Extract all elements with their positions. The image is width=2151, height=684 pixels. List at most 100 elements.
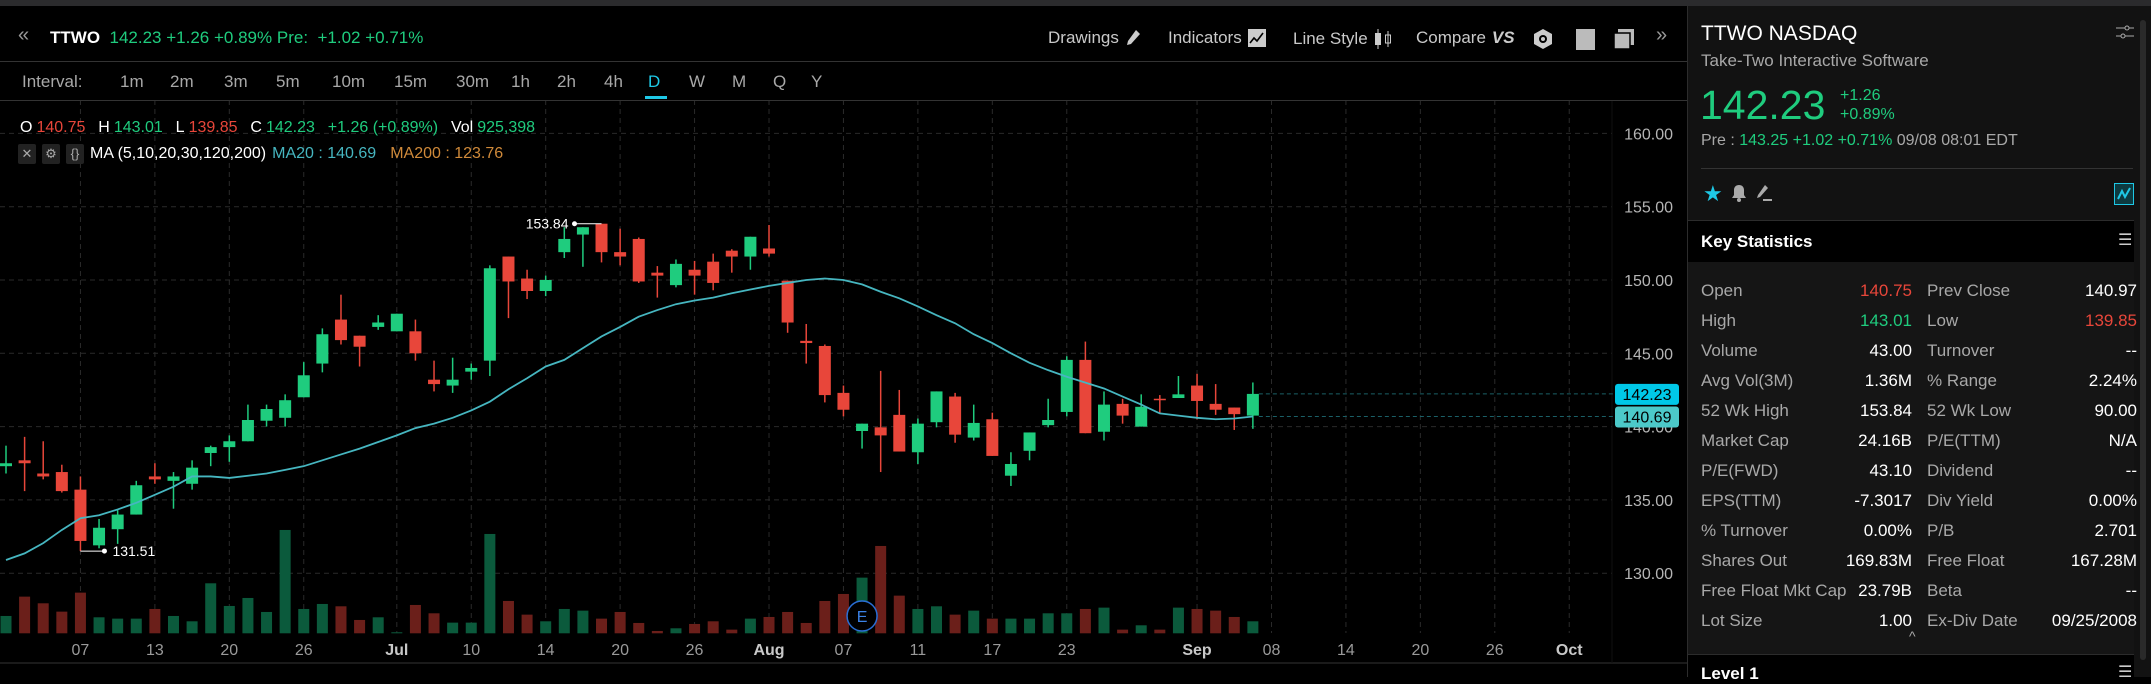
stat-label: % Range [1927, 371, 1997, 390]
high-marker-dot [572, 221, 578, 227]
interval-5m[interactable]: 5m [276, 72, 300, 92]
candle-body [37, 473, 50, 477]
earnings-marker-label: E [857, 609, 868, 626]
candle-body [260, 409, 273, 421]
key-stat-row: EPS(TTM) -7.3017 Div Yield 0.00% [1701, 491, 2137, 515]
stat-value: 43.10 [1869, 461, 1912, 480]
candle-body [279, 400, 292, 418]
candle-body [521, 278, 534, 291]
candle-body [241, 420, 254, 442]
x-axis-tick-label: 14 [1337, 642, 1355, 659]
volume-bar [93, 617, 105, 634]
indicator-code-icon[interactable]: {} [66, 144, 84, 164]
candle-body [632, 238, 645, 282]
interval-1h[interactable]: 1h [511, 72, 530, 92]
volume-bar [782, 611, 794, 634]
interval-Q[interactable]: Q [773, 72, 786, 92]
price-chart[interactable]: 160.00155.00150.00145.00140.00135.00130.… [0, 0, 1687, 677]
x-axis-tick-label: 26 [1486, 642, 1504, 659]
stat-label: Open [1701, 281, 1743, 300]
stat-label: Market Cap [1701, 431, 1789, 450]
volume-bar [1135, 625, 1147, 634]
interval-D[interactable]: D [648, 72, 660, 92]
key-stat-row: % Turnover 0.00% P/B 2.701 [1701, 521, 2137, 545]
pre-market-label: Pre : [1701, 132, 1735, 149]
volume-bar [56, 611, 68, 634]
settings-gear-icon[interactable] [1532, 28, 1554, 50]
panel-scrollbar[interactable] [2140, 20, 2146, 660]
stat-value: 1.36M [1864, 371, 1912, 390]
candle-body [911, 423, 924, 453]
watchlist-star-icon[interactable]: ★ [1703, 181, 1723, 207]
key-stat-row: Free Float Mkt Cap 23.79B Beta -- [1701, 581, 2137, 605]
close-value: 142.23 [265, 119, 315, 136]
volume-bar [540, 621, 552, 634]
ma200-value: MA200 : 123.76 [390, 145, 504, 162]
stat-value: -- [2125, 581, 2137, 600]
stat-label: P/E(TTM) [1927, 431, 2001, 450]
candle-body [707, 261, 720, 283]
x-axis-tick-label: Jul [385, 642, 408, 659]
volume-bar [1210, 610, 1222, 634]
panel-title: TTWO NASDAQ [1701, 22, 1858, 45]
volume-bar [1024, 618, 1036, 634]
indicators-button[interactable]: Indicators [1168, 28, 1266, 48]
candle-body [1153, 398, 1166, 401]
stat-value: 24.16B [1858, 431, 1912, 450]
x-axis-tick-label: 23 [1058, 642, 1076, 659]
ma20-value: MA20 : 140.69 [272, 145, 377, 162]
candle-body [93, 527, 106, 546]
interval-W[interactable]: W [689, 72, 705, 92]
y-axis-tick-label: 135.00 [1624, 493, 1673, 510]
interval-1m[interactable]: 1m [120, 72, 144, 92]
candle-body [130, 485, 143, 515]
price-alert-bell-icon[interactable] [1731, 184, 1747, 202]
candle-body [856, 423, 869, 431]
volume-bar [409, 604, 421, 634]
volume-label: Vol [450, 119, 474, 136]
volume-bar [1228, 616, 1240, 634]
collapse-chevron-up-icon[interactable]: ^ [1909, 628, 1916, 644]
interval-30m[interactable]: 30m [456, 72, 489, 92]
interval-10m[interactable]: 10m [332, 72, 365, 92]
key-statistics-menu-icon[interactable]: ☰ [2118, 230, 2132, 250]
interval-2m[interactable]: 2m [170, 72, 194, 92]
x-axis-tick-label: 20 [1411, 642, 1429, 659]
indicators-label: Indicators [1168, 28, 1242, 47]
note-edit-icon[interactable] [1755, 184, 1773, 202]
key-stat-row: P/E(FWD) 43.10 Dividend -- [1701, 461, 2137, 485]
volume-bar [447, 622, 459, 634]
stat-label: Prev Close [1927, 281, 2011, 300]
copy-window-icon[interactable] [1613, 28, 1635, 50]
interval-2h[interactable]: 2h [557, 72, 576, 92]
stat-label: High [1701, 311, 1736, 330]
layout-square-icon[interactable] [1576, 29, 1595, 50]
volume-bar [633, 622, 645, 634]
interval-M[interactable]: M [732, 72, 746, 92]
volume-bar [130, 618, 142, 634]
drawings-button[interactable]: Drawings [1048, 28, 1141, 48]
candle-body [1060, 359, 1073, 412]
volume-bar [1005, 618, 1017, 634]
ma20-line [5, 277, 1253, 561]
interval-label: Interval: [22, 72, 83, 91]
collapse-left-icon[interactable]: « [18, 24, 29, 47]
interval-Y[interactable]: Y [811, 72, 822, 92]
panel-settings-sliders-icon[interactable] [2116, 24, 2134, 40]
interval-3m[interactable]: 3m [224, 72, 248, 92]
volume-bar [1154, 629, 1166, 634]
chart-toggle-icon[interactable] [2114, 183, 2134, 205]
stat-label: Ex-Div Date [1927, 611, 2018, 630]
expand-right-icon[interactable]: » [1656, 24, 1667, 47]
line-style-button[interactable]: Line Style [1293, 28, 1392, 50]
compare-button[interactable]: Compare VS [1416, 28, 1515, 48]
volume-bar [112, 618, 124, 634]
volume-bar [335, 606, 347, 634]
interval-4h[interactable]: 4h [604, 72, 623, 92]
remove-indicator-icon[interactable]: ✕ [18, 144, 36, 164]
level1-menu-icon[interactable]: ☰ [2118, 662, 2132, 682]
interval-15m[interactable]: 15m [394, 72, 427, 92]
indicator-settings-icon[interactable]: ⚙ [42, 144, 60, 164]
candle-body [111, 514, 124, 530]
stat-value: 23.79B [1858, 581, 1912, 600]
